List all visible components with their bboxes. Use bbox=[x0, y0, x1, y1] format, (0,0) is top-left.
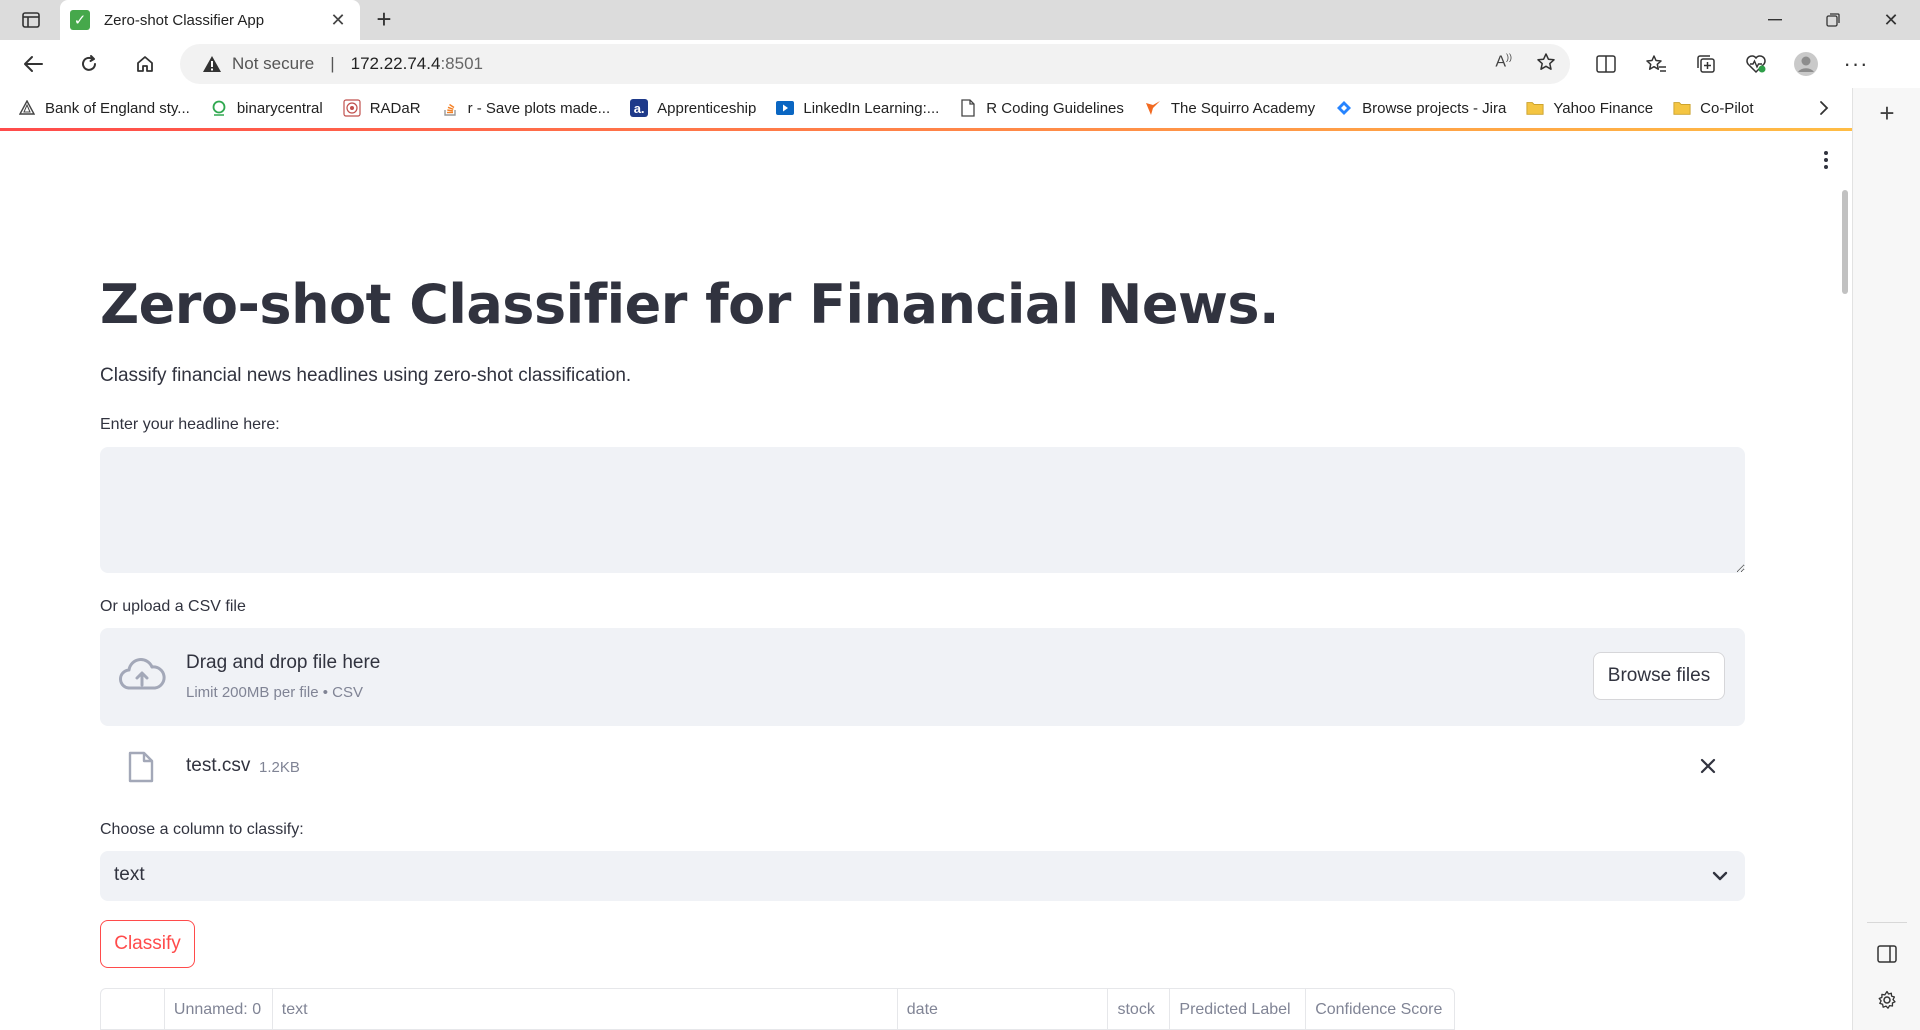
dropzone-limit: Limit 200MB per file • CSV bbox=[186, 684, 363, 701]
split-screen-icon[interactable] bbox=[1586, 48, 1626, 80]
restore-icon[interactable] bbox=[1804, 0, 1862, 40]
table-index-header[interactable] bbox=[101, 989, 165, 1029]
bookmark-label: Co-Pilot bbox=[1700, 99, 1754, 117]
url-host: 172.22.74.4 bbox=[350, 54, 441, 73]
bookmark-label: binarycentral bbox=[236, 99, 323, 117]
profile-avatar-icon[interactable] bbox=[1786, 48, 1826, 80]
classify-button[interactable]: Classify bbox=[100, 920, 195, 968]
read-aloud-icon[interactable]: A)) bbox=[1495, 52, 1512, 77]
file-icon bbox=[128, 751, 154, 783]
bookmark-label: The Squirro Academy bbox=[1170, 99, 1316, 117]
document-icon bbox=[959, 99, 977, 117]
results-table-header: Unnamed: 0 text date stock Predicted Lab… bbox=[100, 988, 1455, 1030]
security-status[interactable]: Not secure bbox=[232, 54, 314, 74]
bookmark-squirro-academy[interactable]: The Squirro Academy bbox=[1144, 99, 1315, 117]
bookmark-label: Bank of England sty... bbox=[45, 99, 190, 117]
table-header[interactable]: date bbox=[898, 989, 1109, 1029]
warning-icon[interactable] bbox=[202, 54, 222, 74]
table-header[interactable]: Confidence Score bbox=[1306, 989, 1454, 1029]
favorite-star-icon[interactable] bbox=[1536, 52, 1556, 77]
page-title: Zero-shot Classifier for Financial News. bbox=[100, 273, 1280, 336]
bookmark-bank-of-england[interactable]: Bank of England sty... bbox=[18, 99, 190, 117]
bookmark-label: r - Save plots made... bbox=[467, 99, 611, 117]
bookmark-label: Browse projects - Jira bbox=[1362, 99, 1507, 117]
uploaded-file-size: 1.2KB bbox=[259, 759, 300, 776]
checkmark-favicon-icon: ✓ bbox=[70, 10, 90, 30]
back-arrow-icon[interactable] bbox=[16, 48, 50, 80]
bookmark-apprenticeship[interactable]: a. Apprenticeship bbox=[630, 99, 756, 117]
headline-label: Enter your headline here: bbox=[100, 416, 280, 433]
bookmark-label: Yahoo Finance bbox=[1553, 99, 1654, 117]
minimize-icon[interactable] bbox=[1746, 0, 1804, 40]
close-window-icon[interactable]: ✕ bbox=[1862, 0, 1920, 40]
stackoverflow-icon bbox=[441, 99, 459, 117]
page-scrollbar[interactable] bbox=[1842, 190, 1848, 294]
bookmark-linkedin-learning[interactable]: LinkedIn Learning:... bbox=[776, 99, 939, 117]
page-description: Classify financial news headlines using … bbox=[100, 365, 632, 386]
url-port: :8501 bbox=[440, 54, 483, 73]
more-options-icon[interactable]: ··· bbox=[1836, 48, 1876, 80]
table-header[interactable]: stock bbox=[1108, 989, 1171, 1029]
squirro-icon bbox=[1144, 99, 1162, 117]
circle-icon bbox=[210, 99, 228, 117]
browser-toolbar: Not secure | 172.22.74.4:8501 A)) ··· bbox=[0, 40, 1920, 88]
uploaded-file-row: test.csv 1.2KB bbox=[100, 741, 1745, 793]
bookmarks-overflow-chevron-icon[interactable] bbox=[1812, 96, 1836, 120]
edge-sidebar: + bbox=[1852, 88, 1920, 1030]
bookmark-label: R Coding Guidelines bbox=[986, 99, 1124, 117]
new-tab-icon[interactable]: + bbox=[370, 6, 398, 34]
tab-title: Zero-shot Classifier App bbox=[104, 11, 265, 29]
cloud-upload-icon bbox=[119, 658, 166, 690]
bookmark-r-coding-guidelines[interactable]: R Coding Guidelines bbox=[959, 99, 1124, 117]
jira-icon bbox=[1335, 99, 1353, 117]
settings-gear-icon[interactable] bbox=[1873, 986, 1901, 1014]
browse-files-button[interactable]: Browse files bbox=[1593, 652, 1725, 700]
favorites-icon[interactable] bbox=[1636, 48, 1676, 80]
bookmark-label: LinkedIn Learning:... bbox=[803, 99, 940, 117]
bookmark-save-plots[interactable]: r - Save plots made... bbox=[441, 99, 611, 117]
tab-actions-icon[interactable] bbox=[14, 8, 48, 32]
collections-icon[interactable] bbox=[1686, 48, 1726, 80]
file-dropzone[interactable]: Drag and drop file here Limit 200MB per … bbox=[100, 628, 1745, 726]
bookmark-radar[interactable]: RADaR bbox=[343, 99, 421, 117]
address-separator: | bbox=[330, 54, 335, 73]
reload-icon[interactable] bbox=[72, 48, 106, 80]
browser-essentials-icon[interactable] bbox=[1736, 48, 1776, 80]
bookmarks-bar: Bank of England sty... binarycentral RAD… bbox=[0, 88, 1852, 128]
column-select-value: text bbox=[114, 864, 145, 885]
bookmark-yahoo-finance[interactable]: Yahoo Finance bbox=[1526, 99, 1653, 117]
linkedin-learning-icon bbox=[776, 99, 795, 117]
headline-textarea[interactable] bbox=[100, 447, 1745, 573]
browser-titlebar: ✓ Zero-shot Classifier App ✕ + ✕ bbox=[0, 0, 1920, 40]
bookmark-label: RADaR bbox=[369, 99, 421, 117]
add-sidebar-app-icon[interactable]: + bbox=[1873, 100, 1901, 128]
bookmark-label: Apprenticeship bbox=[657, 99, 757, 117]
triangle-icon bbox=[18, 99, 36, 117]
uploaded-file-name: test.csv bbox=[186, 755, 251, 776]
table-header[interactable]: Unnamed: 0 bbox=[165, 989, 273, 1029]
home-icon[interactable] bbox=[128, 48, 162, 80]
table-header[interactable]: text bbox=[273, 989, 898, 1029]
bookmark-jira[interactable]: Browse projects - Jira bbox=[1335, 99, 1506, 117]
column-select-label: Choose a column to classify: bbox=[100, 821, 304, 838]
chevron-down-icon bbox=[1712, 871, 1728, 881]
folder-icon bbox=[1673, 99, 1691, 117]
sidebar-divider bbox=[1867, 922, 1907, 923]
radar-icon bbox=[343, 99, 361, 117]
apprenticeship-icon: a. bbox=[630, 99, 649, 117]
streamlit-decoration-bar bbox=[0, 128, 1852, 131]
upload-label: Or upload a CSV file bbox=[100, 598, 246, 615]
remove-file-close-icon[interactable] bbox=[1695, 753, 1721, 779]
hide-sidebar-icon[interactable] bbox=[1873, 940, 1901, 968]
column-select[interactable]: text bbox=[100, 851, 1745, 901]
bookmark-binarycentral[interactable]: binarycentral bbox=[210, 99, 323, 117]
browser-tab-active[interactable]: ✓ Zero-shot Classifier App ✕ bbox=[60, 0, 360, 40]
table-header[interactable]: Predicted Label bbox=[1170, 989, 1307, 1029]
bookmark-co-pilot[interactable]: Co-Pilot bbox=[1673, 99, 1754, 117]
address-bar[interactable]: Not secure | 172.22.74.4:8501 A)) bbox=[180, 44, 1570, 84]
dropzone-title: Drag and drop file here bbox=[186, 652, 381, 673]
folder-icon bbox=[1526, 99, 1544, 117]
tab-close-icon[interactable]: ✕ bbox=[326, 10, 350, 31]
main-menu-kebab-icon[interactable] bbox=[1814, 148, 1838, 172]
